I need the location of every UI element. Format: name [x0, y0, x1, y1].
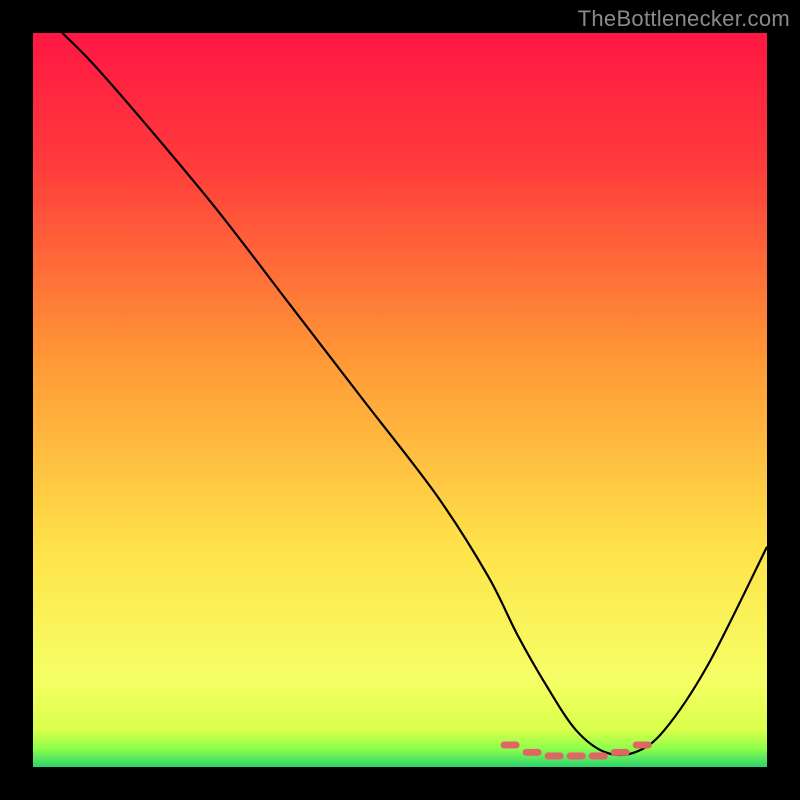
chart-container: TheBottlenecker.com [0, 0, 800, 800]
bottleneck-chart [0, 0, 800, 800]
gradient-background [33, 33, 767, 767]
watermark-text: TheBottlenecker.com [578, 6, 790, 32]
